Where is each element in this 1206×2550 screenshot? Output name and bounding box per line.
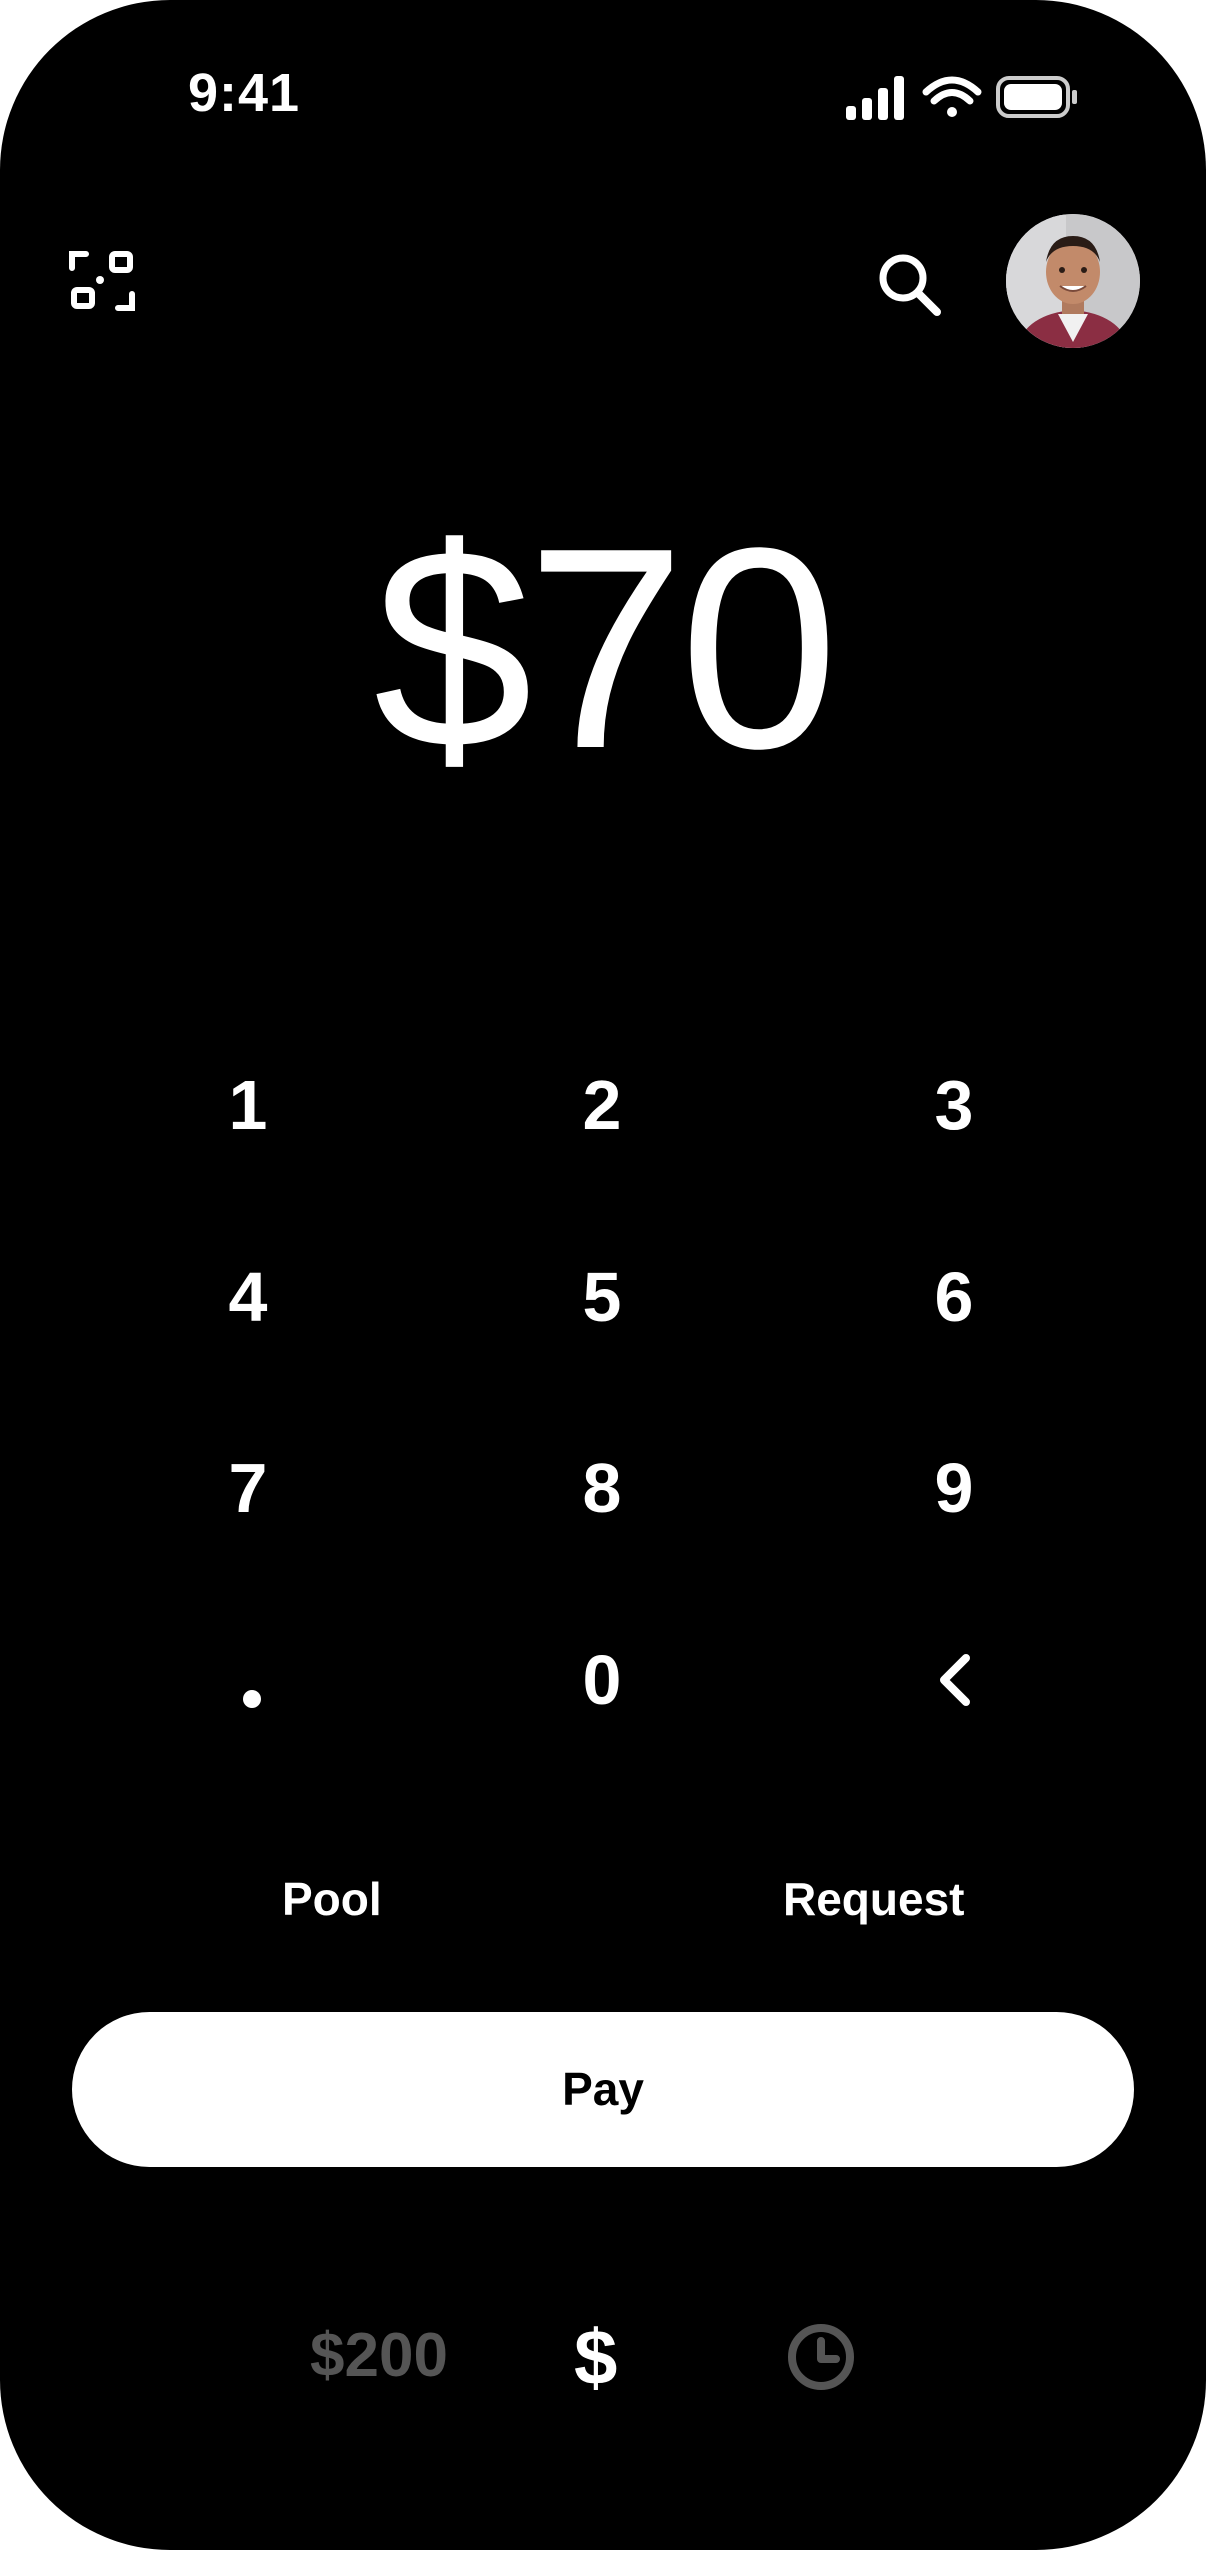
key-backspace[interactable] bbox=[874, 1620, 1034, 1740]
key-0[interactable]: 0 bbox=[522, 1620, 682, 1740]
amount-display: $70 bbox=[373, 488, 838, 808]
decimal-point: . bbox=[243, 1690, 261, 1708]
wifi-icon bbox=[922, 76, 982, 117]
clock-icon[interactable] bbox=[786, 2322, 856, 2392]
battery-icon bbox=[996, 76, 1077, 118]
key-7[interactable]: 7 bbox=[168, 1428, 328, 1548]
key-5[interactable]: 5 bbox=[522, 1237, 682, 1357]
search-icon[interactable] bbox=[875, 250, 943, 318]
status-time: 9:41 bbox=[188, 63, 301, 123]
phone-screen: 9:41 $70 1 2 3 4 5 6 7 8 9 0 Pool Reques… bbox=[0, 0, 1206, 2550]
key-9[interactable]: 9 bbox=[874, 1428, 1034, 1548]
key-2[interactable]: 2 bbox=[522, 1045, 682, 1165]
key-4[interactable]: 4 bbox=[168, 1237, 328, 1357]
status-icons bbox=[846, 76, 1077, 120]
pool-button[interactable]: Pool bbox=[282, 1872, 382, 1926]
backspace-icon bbox=[940, 1654, 970, 1706]
money-tab[interactable]: $ bbox=[574, 2312, 617, 2403]
key-1[interactable]: 1 bbox=[168, 1045, 328, 1165]
key-6[interactable]: 6 bbox=[874, 1237, 1034, 1357]
key-3[interactable]: 3 bbox=[874, 1045, 1034, 1165]
request-button[interactable]: Request bbox=[783, 1872, 964, 1926]
qr-scan-icon[interactable] bbox=[68, 250, 136, 312]
pay-button[interactable]: Pay bbox=[72, 2012, 1134, 2167]
key-8[interactable]: 8 bbox=[522, 1428, 682, 1548]
avatar[interactable] bbox=[1006, 214, 1140, 348]
key-decimal[interactable]: . bbox=[172, 1620, 332, 1740]
avatar-image bbox=[1006, 214, 1140, 348]
balance-tab[interactable]: $200 bbox=[310, 2320, 448, 2391]
signal-icon bbox=[846, 76, 904, 120]
